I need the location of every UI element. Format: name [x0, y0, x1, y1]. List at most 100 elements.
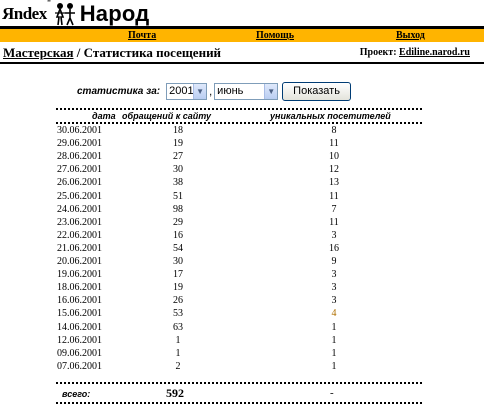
total-unique: - [330, 387, 334, 399]
yandex-narod-logo[interactable]: Яndex® Народ [2, 0, 150, 26]
cell-date: 26.06.2001 [57, 177, 102, 189]
nav-logout-link[interactable]: Выход [396, 30, 425, 41]
show-button[interactable]: Показать [282, 82, 351, 101]
cell-hits: 30 [173, 164, 183, 176]
cell-hits: 38 [173, 177, 183, 189]
table-row: 07.06.2001 2 1 [0, 361, 484, 374]
table-row: 12.06.2001 1 1 [0, 335, 484, 348]
table-row: 18.06.2001 19 3 [0, 282, 484, 295]
table-total-divider [56, 402, 422, 404]
cell-date: 21.06.2001 [57, 242, 102, 254]
table-row: 30.06.2001 18 8 [0, 125, 484, 138]
cell-date: 25.06.2001 [57, 190, 102, 202]
cell-date: 28.06.2001 [57, 151, 102, 163]
breadcrumb: Мастерская / Статистика посещений [3, 45, 221, 61]
cell-unique: 11 [329, 190, 339, 202]
cell-hits: 98 [173, 203, 183, 215]
nav-help-link[interactable]: Помощь [256, 30, 294, 41]
cell-unique: 1 [331, 334, 337, 346]
breadcrumb-separator: / [76, 45, 81, 60]
table-header-divider [56, 122, 422, 124]
cell-date: 29.06.2001 [57, 138, 102, 150]
cell-unique: 11 [329, 138, 339, 150]
month-select-value: июнь [217, 85, 244, 97]
table-row: 28.06.2001 27 10 [0, 151, 484, 164]
cell-unique: 1 [331, 360, 337, 372]
month-select[interactable]: июнь ▼ [214, 83, 279, 100]
cell-hits: 27 [173, 151, 183, 163]
cell-date: 16.06.2001 [57, 295, 102, 307]
cell-date: 27.06.2001 [57, 164, 102, 176]
logo-yandex-text: Яndex® [2, 0, 51, 23]
total-hits: 592 [166, 386, 184, 400]
column-header-hits: обращений к сайту [122, 111, 212, 121]
stats-filter-form: статистика за: 2001 ▼ , июнь ▼ Показать [77, 82, 351, 101]
cell-unique: 8 [331, 125, 337, 136]
cell-unique: 13 [329, 177, 339, 189]
table-row: 23.06.2001 29 11 [0, 217, 484, 230]
cell-hits: 1 [175, 347, 181, 359]
table-row: 09.06.2001 1 1 [0, 348, 484, 361]
cell-date: 30.06.2001 [57, 125, 102, 136]
cell-unique: 12 [329, 164, 339, 176]
cell-hits: 17 [173, 269, 183, 281]
header-divider [0, 62, 484, 64]
breadcrumb-workshop-link[interactable]: Мастерская [3, 45, 74, 60]
cell-hits: 29 [173, 216, 183, 228]
cell-hits: 53 [173, 308, 183, 320]
nav-mail-link[interactable]: Почта [128, 30, 156, 41]
cell-unique: 4 [331, 308, 337, 320]
cell-unique: 3 [331, 282, 337, 294]
cell-unique: 11 [329, 216, 339, 228]
table-row: 27.06.2001 30 12 [0, 164, 484, 177]
table-row: 14.06.2001 63 1 [0, 322, 484, 335]
page-title: Статистика посещений [83, 45, 222, 60]
chevron-down-icon[interactable]: ▼ [264, 84, 278, 99]
table-row: 16.06.2001 26 3 [0, 295, 484, 308]
cell-unique: 16 [329, 242, 339, 254]
year-select[interactable]: 2001 ▼ [166, 83, 208, 100]
cell-hits: 1 [175, 334, 181, 346]
cell-hits: 30 [173, 256, 183, 267]
cell-date: 20.06.2001 [57, 256, 102, 267]
people-icon [54, 2, 75, 25]
cell-unique: 10 [329, 151, 339, 163]
cell-unique: 1 [331, 347, 337, 359]
project-label: Проект: [359, 47, 397, 58]
table-top-divider [56, 108, 422, 110]
table-row: 20.06.2001 30 9 [0, 256, 484, 269]
table-row: 29.06.2001 19 11 [0, 138, 484, 151]
total-label: всего: [62, 389, 91, 399]
table-row: 26.06.2001 38 13 [0, 177, 484, 190]
cell-hits: 54 [173, 242, 183, 254]
cell-date: 22.06.2001 [57, 229, 102, 241]
table-bottom-divider [56, 382, 422, 384]
cell-unique: 1 [331, 321, 337, 333]
top-nav-bar: Почта Помощь Выход [0, 26, 484, 42]
cell-hits: 2 [175, 360, 181, 372]
cell-unique: 3 [331, 295, 337, 307]
project-info: Проект: Ediline.narod.ru [360, 47, 470, 58]
table-row: 22.06.2001 16 3 [0, 230, 484, 243]
table-row: 19.06.2001 17 3 [0, 269, 484, 282]
chevron-down-icon[interactable]: ▼ [193, 84, 207, 99]
cell-hits: 63 [173, 321, 183, 333]
table-row: 24.06.2001 98 7 [0, 204, 484, 217]
cell-date: 09.06.2001 [57, 347, 102, 359]
cell-date: 24.06.2001 [57, 203, 102, 215]
cell-date: 15.06.2001 [57, 308, 102, 320]
cell-date: 23.06.2001 [57, 216, 102, 228]
cell-unique: 3 [331, 269, 337, 281]
cell-date: 07.06.2001 [57, 360, 102, 372]
cell-unique: 3 [331, 229, 337, 241]
filter-label: статистика за: [77, 86, 161, 97]
cell-unique: 9 [331, 256, 337, 267]
cell-date: 18.06.2001 [57, 282, 102, 294]
project-site-link[interactable]: Ediline.narod.ru [399, 47, 470, 58]
cell-date: 19.06.2001 [57, 269, 102, 281]
logo-narod-text: Народ [79, 0, 150, 26]
table-row: 15.06.2001 53 4 [0, 308, 484, 321]
table-row: 25.06.2001 51 11 [0, 191, 484, 204]
column-header-date: дата [92, 111, 116, 121]
cell-hits: 26 [173, 295, 183, 307]
